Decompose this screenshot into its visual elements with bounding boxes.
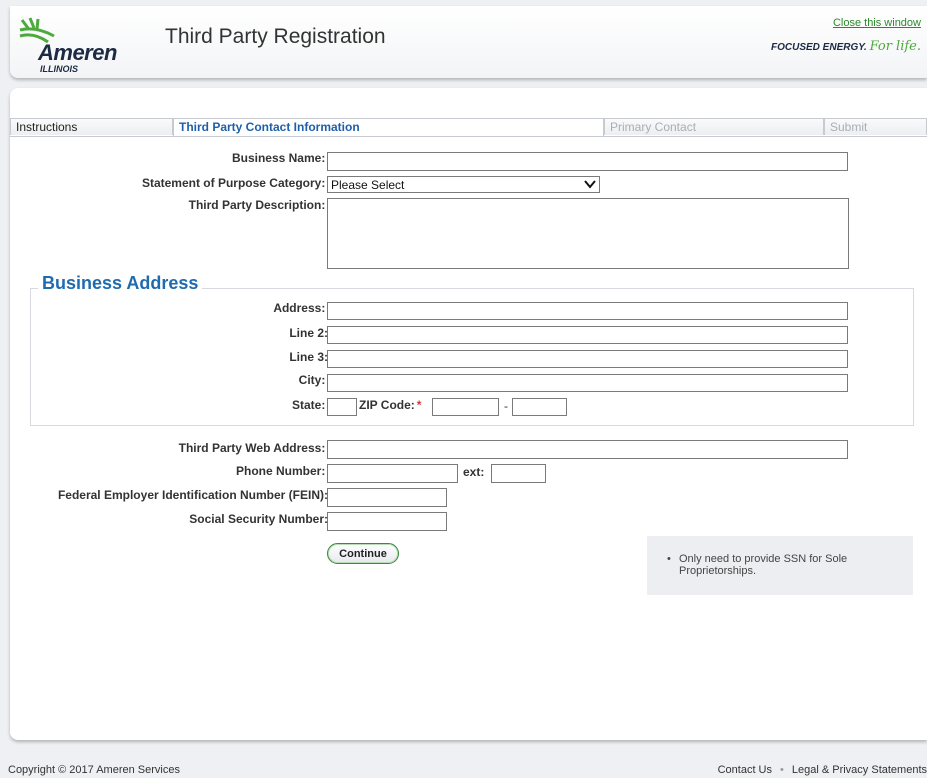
tab-submit: Submit (824, 118, 927, 135)
address-label: Address:* (273, 301, 332, 315)
line3-input[interactable] (327, 350, 848, 368)
description-textarea[interactable] (327, 198, 849, 269)
ssn-note-box: • Only need to provide SSN for Sole Prop… (647, 536, 913, 595)
ssn-input[interactable] (327, 512, 447, 531)
line2-label: Line 2: (289, 326, 328, 340)
brand-tagline: FOCUSED ENERGY. For life. (771, 39, 921, 54)
address-input[interactable] (327, 302, 848, 320)
business-address-heading: Business Address (38, 273, 203, 294)
continue-button[interactable]: Continue (327, 543, 399, 564)
app-header: Ameren ILLINOIS Third Party Registration… (10, 6, 927, 78)
footer-links: Contact Us • Legal & Privacy Statements (718, 764, 927, 776)
purpose-category-label: Statement of Purpose Category:* (142, 176, 332, 190)
fein-input[interactable] (327, 488, 447, 507)
description-label: Third Party Description:* (189, 198, 332, 212)
zip-ext-input[interactable] (512, 398, 567, 416)
tab-third-party-contact[interactable]: Third Party Contact Information (173, 118, 604, 137)
zip-separator: - (504, 399, 508, 413)
logo-state: ILLINOIS (40, 64, 78, 74)
phone-ext-input[interactable] (491, 464, 546, 483)
fein-label: Federal Employer Identification Number (… (57, 488, 328, 502)
footer-separator: • (780, 764, 784, 776)
page-title: Third Party Registration (165, 25, 386, 48)
wizard-tabs: Instructions Third Party Contact Informa… (10, 118, 927, 137)
tagline-text: FOCUSED ENERGY. (771, 42, 867, 53)
phone-ext-label: ext: (463, 465, 485, 479)
required-mark: * (416, 398, 422, 412)
contact-us-link[interactable]: Contact Us (718, 764, 772, 776)
state-input[interactable] (327, 398, 357, 416)
logo-wordmark: Ameren (38, 40, 117, 65)
business-name-input[interactable] (327, 152, 848, 171)
main-panel: Instructions Third Party Contact Informa… (10, 88, 927, 740)
tab-divider (10, 136, 927, 137)
zip-input[interactable] (432, 398, 499, 416)
web-address-label: Third Party Web Address:* (179, 441, 332, 455)
close-window-link[interactable]: Close this window (833, 17, 921, 29)
line2-input[interactable] (327, 326, 848, 344)
business-name-label: Business Name:* (232, 151, 332, 165)
phone-label: Phone Number:* (236, 464, 332, 478)
tagline-script: For life. (869, 39, 921, 54)
bullet-icon: • (667, 553, 671, 565)
footer-copyright: Copyright © 2017 Ameren Services (8, 764, 180, 776)
web-address-input[interactable] (327, 440, 848, 459)
state-label: State:* (292, 398, 332, 412)
tab-instructions[interactable]: Instructions (10, 118, 173, 135)
tab-primary-contact: Primary Contact (604, 118, 824, 135)
ssn-note-text: Only need to provide SSN for Sole Propri… (679, 553, 848, 577)
phone-input[interactable] (327, 464, 458, 483)
ssn-label: Social Security Number: (189, 512, 328, 526)
zip-label: ZIP Code: * (359, 398, 422, 412)
city-input[interactable] (327, 374, 848, 392)
ameren-logo: Ameren ILLINOIS (18, 16, 148, 74)
purpose-category-select[interactable]: Please Select (327, 176, 600, 193)
line3-label: Line 3: (289, 350, 328, 364)
legal-privacy-link[interactable]: Legal & Privacy Statements (792, 764, 927, 776)
